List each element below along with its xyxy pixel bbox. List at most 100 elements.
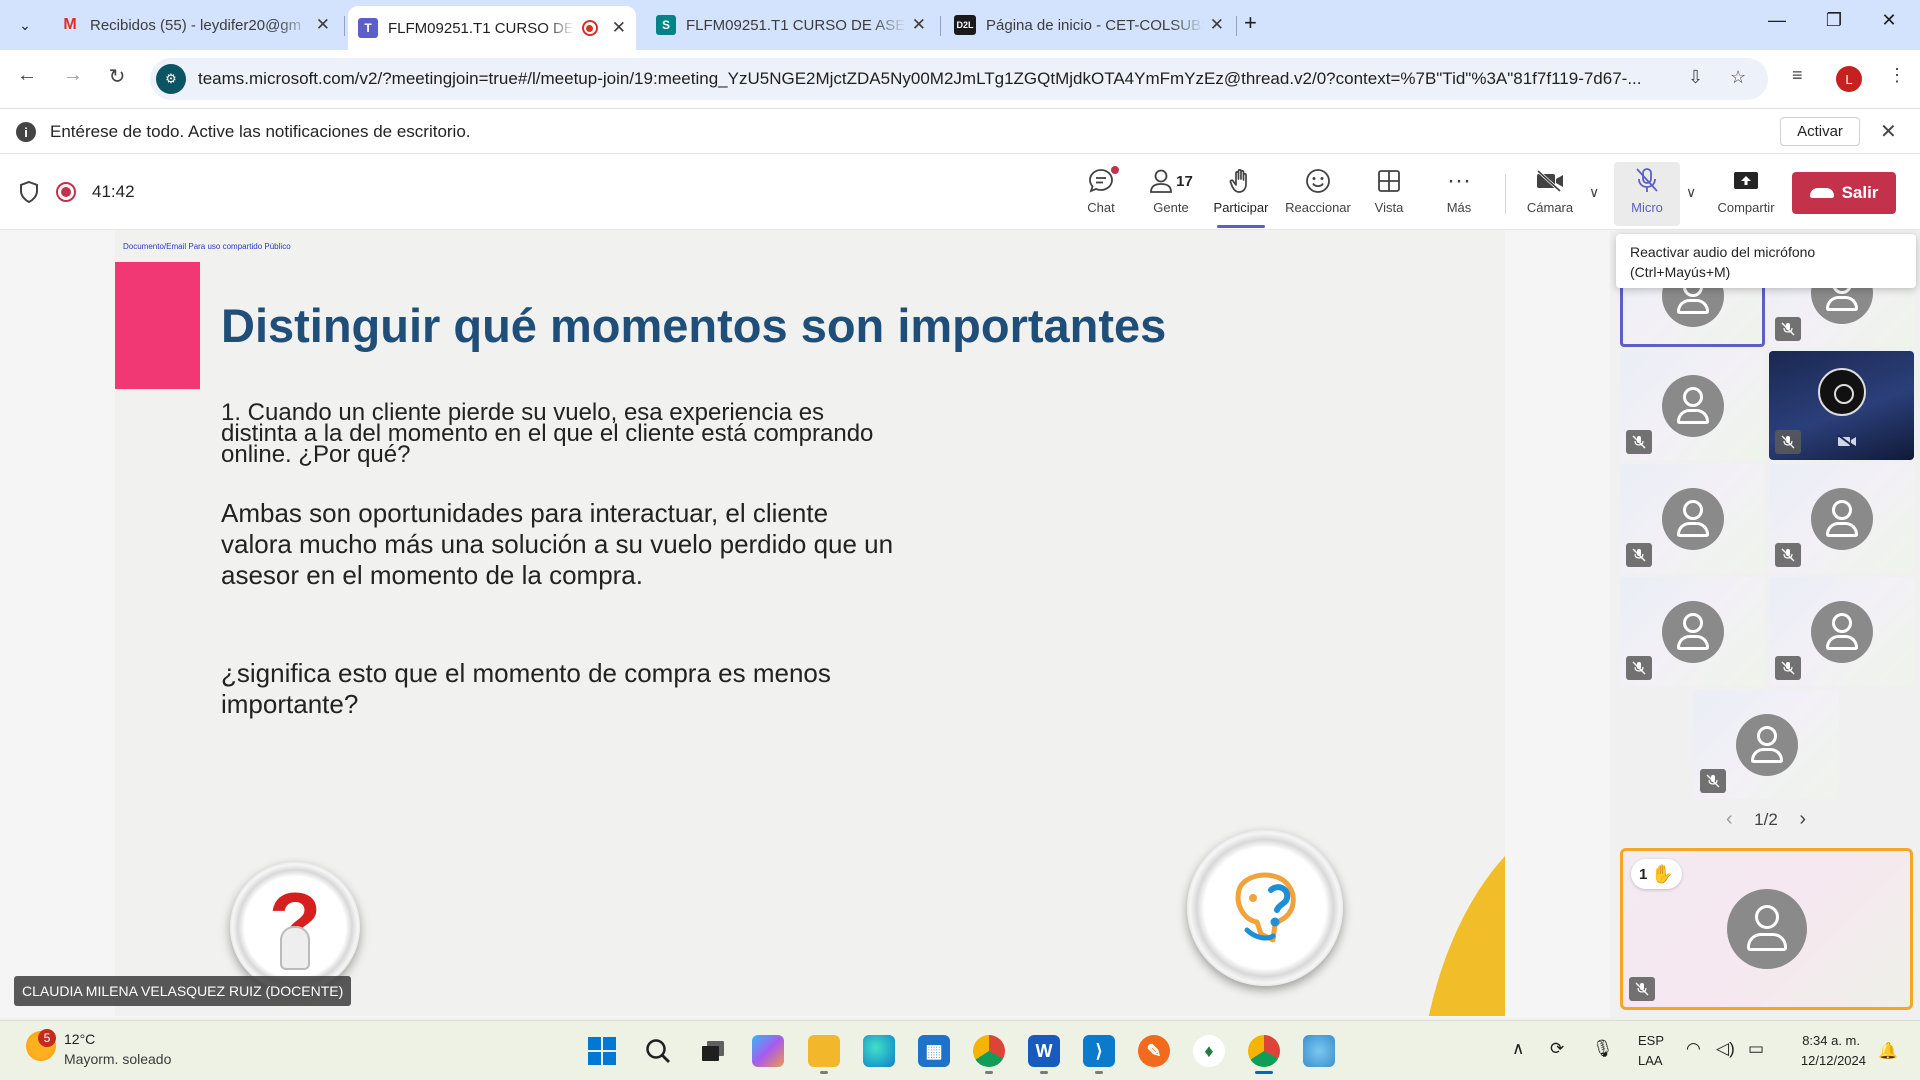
- file-explorer-icon[interactable]: [808, 1035, 840, 1067]
- react-button[interactable]: Reaccionar: [1282, 166, 1354, 224]
- tab-search-button[interactable]: ⌄: [10, 12, 40, 38]
- mic-options-chevron-icon[interactable]: ∨: [1686, 184, 1696, 201]
- participant-tile[interactable]: [1620, 464, 1765, 573]
- close-icon[interactable]: ✕: [1880, 119, 1897, 144]
- profile-avatar[interactable]: L: [1836, 66, 1862, 92]
- activate-notifications-button[interactable]: Activar: [1780, 117, 1860, 146]
- participant-tile[interactable]: [1694, 690, 1839, 799]
- chrome-profile-icon[interactable]: [973, 1035, 1005, 1067]
- close-icon[interactable]: ✕: [316, 15, 330, 35]
- site-info-icon[interactable]: ⚙: [156, 64, 186, 94]
- people-label: Gente: [1153, 200, 1189, 215]
- leaf-app-icon[interactable]: ♦: [1193, 1035, 1225, 1067]
- camera-options-chevron-icon[interactable]: ∨: [1589, 184, 1599, 201]
- leave-button[interactable]: Salir: [1792, 172, 1896, 214]
- browser-toolbar: ← → ↻ ⚙ teams.microsoft.com/v2/?meetingj…: [0, 50, 1920, 108]
- browser-menu-icon[interactable]: ⋮: [1888, 65, 1906, 86]
- globe-app-icon[interactable]: [1303, 1035, 1335, 1067]
- url-text[interactable]: teams.microsoft.com/v2/?meetingjoin=true…: [198, 69, 1698, 89]
- clock-date[interactable]: 12/12/2024: [1786, 1053, 1866, 1068]
- tab-d2l[interactable]: D2L Página de inicio - CET-COLSUBS ✕: [944, 6, 1234, 44]
- pen-app-icon[interactable]: ✎: [1138, 1035, 1170, 1067]
- new-tab-button[interactable]: +: [1244, 10, 1257, 36]
- windows-start-icon[interactable]: [586, 1035, 618, 1067]
- meeting-toolbar: 41:42 Chat 17 Gente Participar Reacciona…: [0, 154, 1920, 230]
- next-page-icon[interactable]: ›: [1799, 808, 1806, 831]
- tab-separator: [344, 16, 345, 36]
- participant-tile[interactable]: [1769, 577, 1914, 686]
- media-controls-icon[interactable]: ≡: [1792, 65, 1803, 86]
- muted-mic-icon: [1626, 656, 1652, 680]
- wifi-icon[interactable]: ◠: [1686, 1039, 1701, 1059]
- weather-temperature[interactable]: 12°C: [64, 1031, 95, 1047]
- raised-hand-icon: ✋: [1651, 863, 1674, 884]
- forward-icon[interactable]: →: [58, 64, 88, 87]
- raise-hand-button[interactable]: Participar: [1208, 166, 1274, 228]
- camera-off-icon: [1837, 434, 1856, 448]
- participant-tile[interactable]: [1620, 351, 1765, 460]
- close-icon[interactable]: ✕: [612, 18, 626, 38]
- chat-label: Chat: [1087, 200, 1115, 215]
- task-view-icon[interactable]: [697, 1035, 729, 1067]
- notification-text: Entérese de todo. Active las notificacio…: [50, 122, 471, 141]
- chrome-icon[interactable]: [1248, 1035, 1280, 1067]
- bookmark-star-icon[interactable]: ☆: [1730, 67, 1746, 88]
- close-icon[interactable]: ✕: [912, 15, 926, 35]
- mic-tooltip: Reactivar audio del micrófono (Ctrl+Mayú…: [1616, 234, 1916, 288]
- previous-page-icon[interactable]: ‹: [1726, 808, 1733, 831]
- vscode-icon[interactable]: ⟩: [1083, 1035, 1115, 1067]
- self-video-tile[interactable]: 1 ✋: [1620, 848, 1913, 1010]
- sync-icon[interactable]: ⟳: [1550, 1039, 1564, 1059]
- avatar-icon: [1735, 713, 1798, 776]
- notification-bell-icon[interactable]: 🔔: [1878, 1041, 1898, 1061]
- slide-question-1: 1. Cuando un cliente pierde su vuelo, es…: [221, 399, 874, 468]
- more-dots-icon: ···: [1447, 167, 1471, 194]
- window-close-icon[interactable]: ✕: [1874, 10, 1904, 31]
- participant-tile[interactable]: [1769, 464, 1914, 573]
- tab-sharepoint[interactable]: S FLFM09251.T1 CURSO DE ASES ✕: [646, 6, 936, 44]
- people-button[interactable]: 17 Gente: [1138, 166, 1204, 224]
- info-icon: i: [16, 122, 36, 142]
- input-language[interactable]: ESP: [1638, 1033, 1664, 1048]
- chat-button[interactable]: Chat: [1068, 166, 1134, 224]
- participant-tile[interactable]: [1769, 351, 1914, 460]
- minimize-icon[interactable]: —: [1762, 10, 1792, 31]
- camera-label: Cámara: [1526, 200, 1574, 215]
- participant-count: 17: [1176, 172, 1193, 190]
- edge-icon[interactable]: [863, 1035, 895, 1067]
- clock-time[interactable]: 8:34 a. m.: [1800, 1033, 1860, 1048]
- word-icon[interactable]: W: [1028, 1035, 1060, 1067]
- copilot-icon[interactable]: [752, 1035, 784, 1067]
- muted-mic-icon: [1775, 543, 1801, 567]
- more-button[interactable]: ··· Más: [1426, 166, 1492, 224]
- chevron-up-icon[interactable]: ∧: [1512, 1039, 1524, 1059]
- shield-icon[interactable]: [18, 180, 40, 204]
- share-button[interactable]: Compartir: [1708, 166, 1784, 224]
- tab-gmail[interactable]: M Recibidos (55) - leydifer20@gm ✕: [50, 6, 340, 44]
- search-icon[interactable]: [642, 1035, 674, 1067]
- weather-description[interactable]: Mayorm. soleado: [64, 1051, 171, 1067]
- restore-icon[interactable]: ❐: [1819, 10, 1849, 31]
- battery-icon[interactable]: ▭: [1748, 1039, 1764, 1059]
- share-label: Compartir: [1717, 200, 1775, 215]
- d2l-icon: D2L: [954, 15, 976, 35]
- muted-mic-icon: [1700, 769, 1726, 793]
- volume-icon[interactable]: ◁): [1716, 1039, 1735, 1059]
- install-app-icon[interactable]: ⇩: [1688, 67, 1703, 88]
- tab-teams-meeting[interactable]: T FLFM09251.T1 CURSO DE A ✕: [348, 6, 636, 50]
- running-indicator: [985, 1071, 993, 1074]
- avatar-icon: [1726, 889, 1807, 969]
- more-label: Más: [1446, 200, 1472, 215]
- mic-button[interactable]: Micro: [1614, 162, 1680, 226]
- microsoft-store-icon[interactable]: ▦: [918, 1035, 950, 1067]
- reload-icon[interactable]: ↻: [102, 64, 132, 89]
- close-icon[interactable]: ✕: [1210, 15, 1224, 35]
- input-layout[interactable]: LAA: [1638, 1053, 1663, 1068]
- back-icon[interactable]: ←: [12, 64, 42, 87]
- slide-answer: Ambas son oportunidades para interactuar…: [221, 498, 894, 590]
- participant-tile[interactable]: [1620, 577, 1765, 686]
- address-bar[interactable]: ⚙ teams.microsoft.com/v2/?meetingjoin=tr…: [150, 58, 1768, 100]
- view-button[interactable]: Vista: [1356, 166, 1422, 224]
- camera-button[interactable]: Cámara: [1517, 166, 1583, 224]
- microphone-icon[interactable]: 🎙: [1592, 1039, 1614, 1059]
